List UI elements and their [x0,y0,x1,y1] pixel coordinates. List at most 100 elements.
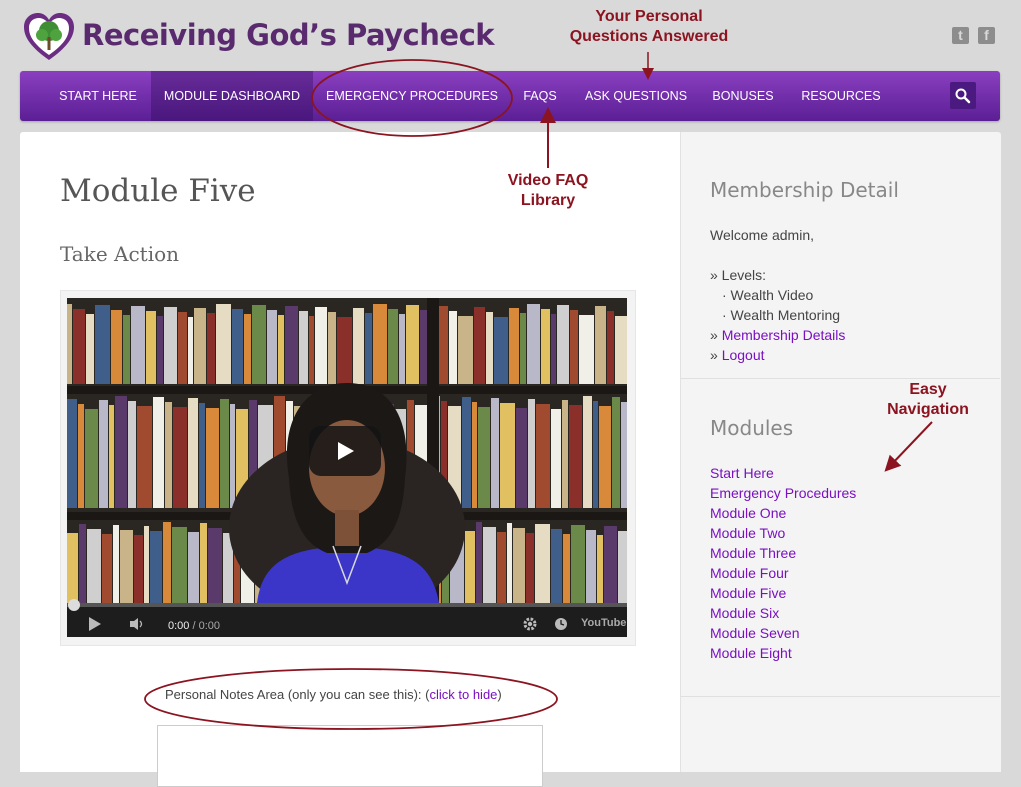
watch-later-icon[interactable] [554,617,568,631]
book-spine [595,306,606,384]
module-link-eight[interactable]: Module Eight [710,645,792,661]
book-spine [516,408,527,508]
book-spine [388,309,398,384]
sidebar-divider [681,696,1000,697]
nav-resources[interactable]: RESOURCES [795,71,887,121]
book-spine [86,314,94,384]
book-spine [134,535,143,603]
annotation-line: Your Personal [595,8,703,25]
book-spine [67,399,77,508]
nav-start-here[interactable]: START HERE [48,71,148,121]
book-spine [526,533,534,603]
book-spine [207,313,215,384]
annotation-line: Questions Answered [569,28,729,45]
book-spine [123,315,130,384]
module-link-three[interactable]: Module Three [710,545,796,561]
module-link-four[interactable]: Module Four [710,565,789,581]
book-spine [597,535,603,603]
book-spine [491,398,499,508]
module-link-emergency-procedures[interactable]: Emergency Procedures [710,485,856,501]
twitter-icon[interactable]: t [952,27,969,44]
book-spine [113,525,119,603]
module-link-five[interactable]: Module Five [710,585,786,601]
book-spine [551,314,556,384]
gear-icon[interactable] [522,616,538,632]
book-spine [87,529,101,603]
notes-label: Personal Notes Area (only you can see th… [165,687,502,702]
search-button[interactable] [950,82,976,109]
book-spine [252,305,266,384]
book-spine [153,397,164,508]
video-player[interactable]: 0:00 / 0:00 YouTube [67,298,627,637]
nav-bonuses[interactable]: BONUSES [708,71,778,121]
book-spine [199,403,205,508]
annotation-line: Easy [909,381,947,398]
book-spine [557,305,569,384]
module-link-start-here[interactable]: Start Here [710,465,774,481]
book-spine [144,526,149,603]
book-spine [188,317,193,384]
book-spine [150,531,162,603]
book-spine [579,315,594,384]
module-link-seven[interactable]: Module Seven [710,625,800,641]
facebook-icon[interactable]: f [978,27,995,44]
nav-emergency-procedures[interactable]: EMERGENCY PROCEDURES [320,71,504,121]
annotation-video-faq: Video FAQ Library [493,171,603,211]
video-progress-bar[interactable] [67,603,627,607]
site-title[interactable]: Receiving God’s Paycheck [82,18,495,52]
nav-module-dashboard[interactable]: MODULE DASHBOARD [151,71,313,121]
membership-details-link[interactable]: Membership Details [722,327,846,343]
welcome-text: Welcome admin, [710,227,815,243]
video-time: 0:00 / 0:00 [168,620,220,632]
time-separator: / [189,620,199,632]
play-icon [338,442,354,460]
book-spine [188,398,198,508]
book-spine [563,534,570,603]
level-item: · Wealth Mentoring [722,307,841,323]
personal-notes-textarea[interactable] [157,725,543,787]
book-spine [507,523,512,603]
video-scrub-handle[interactable] [68,599,80,611]
nav-ask-questions[interactable]: ASK QUESTIONS [579,71,693,121]
book-spine [604,526,617,603]
book-spine [309,316,314,384]
youtube-logo[interactable]: YouTube [581,617,626,629]
module-link-two[interactable]: Module Two [710,525,785,541]
book-spine [465,531,475,603]
main-nav: START HERE MODULE DASHBOARD EMERGENCY PR… [20,71,1000,121]
nav-faqs[interactable]: FAQS [517,71,563,121]
hide-notes-link[interactable]: click to hide [429,687,497,702]
book-spine [244,314,251,384]
book-spine [230,404,235,508]
book-spine [478,407,490,508]
book-spine [472,402,477,508]
book-spine [535,524,550,603]
level-item: · Wealth Video [722,287,814,303]
module-link-six[interactable]: Module Six [710,605,779,621]
book-spine [99,400,108,508]
annotation-personal-questions: Your Personal Questions Answered [556,7,742,47]
play-small-icon[interactable] [87,616,103,632]
play-button[interactable] [309,426,381,476]
book-spine [474,307,485,384]
book-spine [194,308,206,384]
book-spine [328,312,336,384]
book-spine [586,530,596,603]
book-spine [115,396,127,508]
book-spine [513,528,525,603]
levels-label: » Levels: [710,267,767,283]
book-spine [494,317,508,384]
page-title: Module Five [60,173,256,209]
book-spine [220,399,229,508]
book-spine [206,408,219,508]
book-spine [583,396,592,508]
annotation-line: Video FAQ [507,172,589,189]
book-spine [120,530,133,603]
module-link-one[interactable]: Module One [710,505,786,521]
link-prefix: » [710,347,722,363]
book-spine [164,307,177,384]
volume-icon[interactable] [129,617,145,631]
book-spine [483,527,496,603]
logout-link[interactable]: Logout [722,347,765,363]
book-spine [536,404,550,508]
